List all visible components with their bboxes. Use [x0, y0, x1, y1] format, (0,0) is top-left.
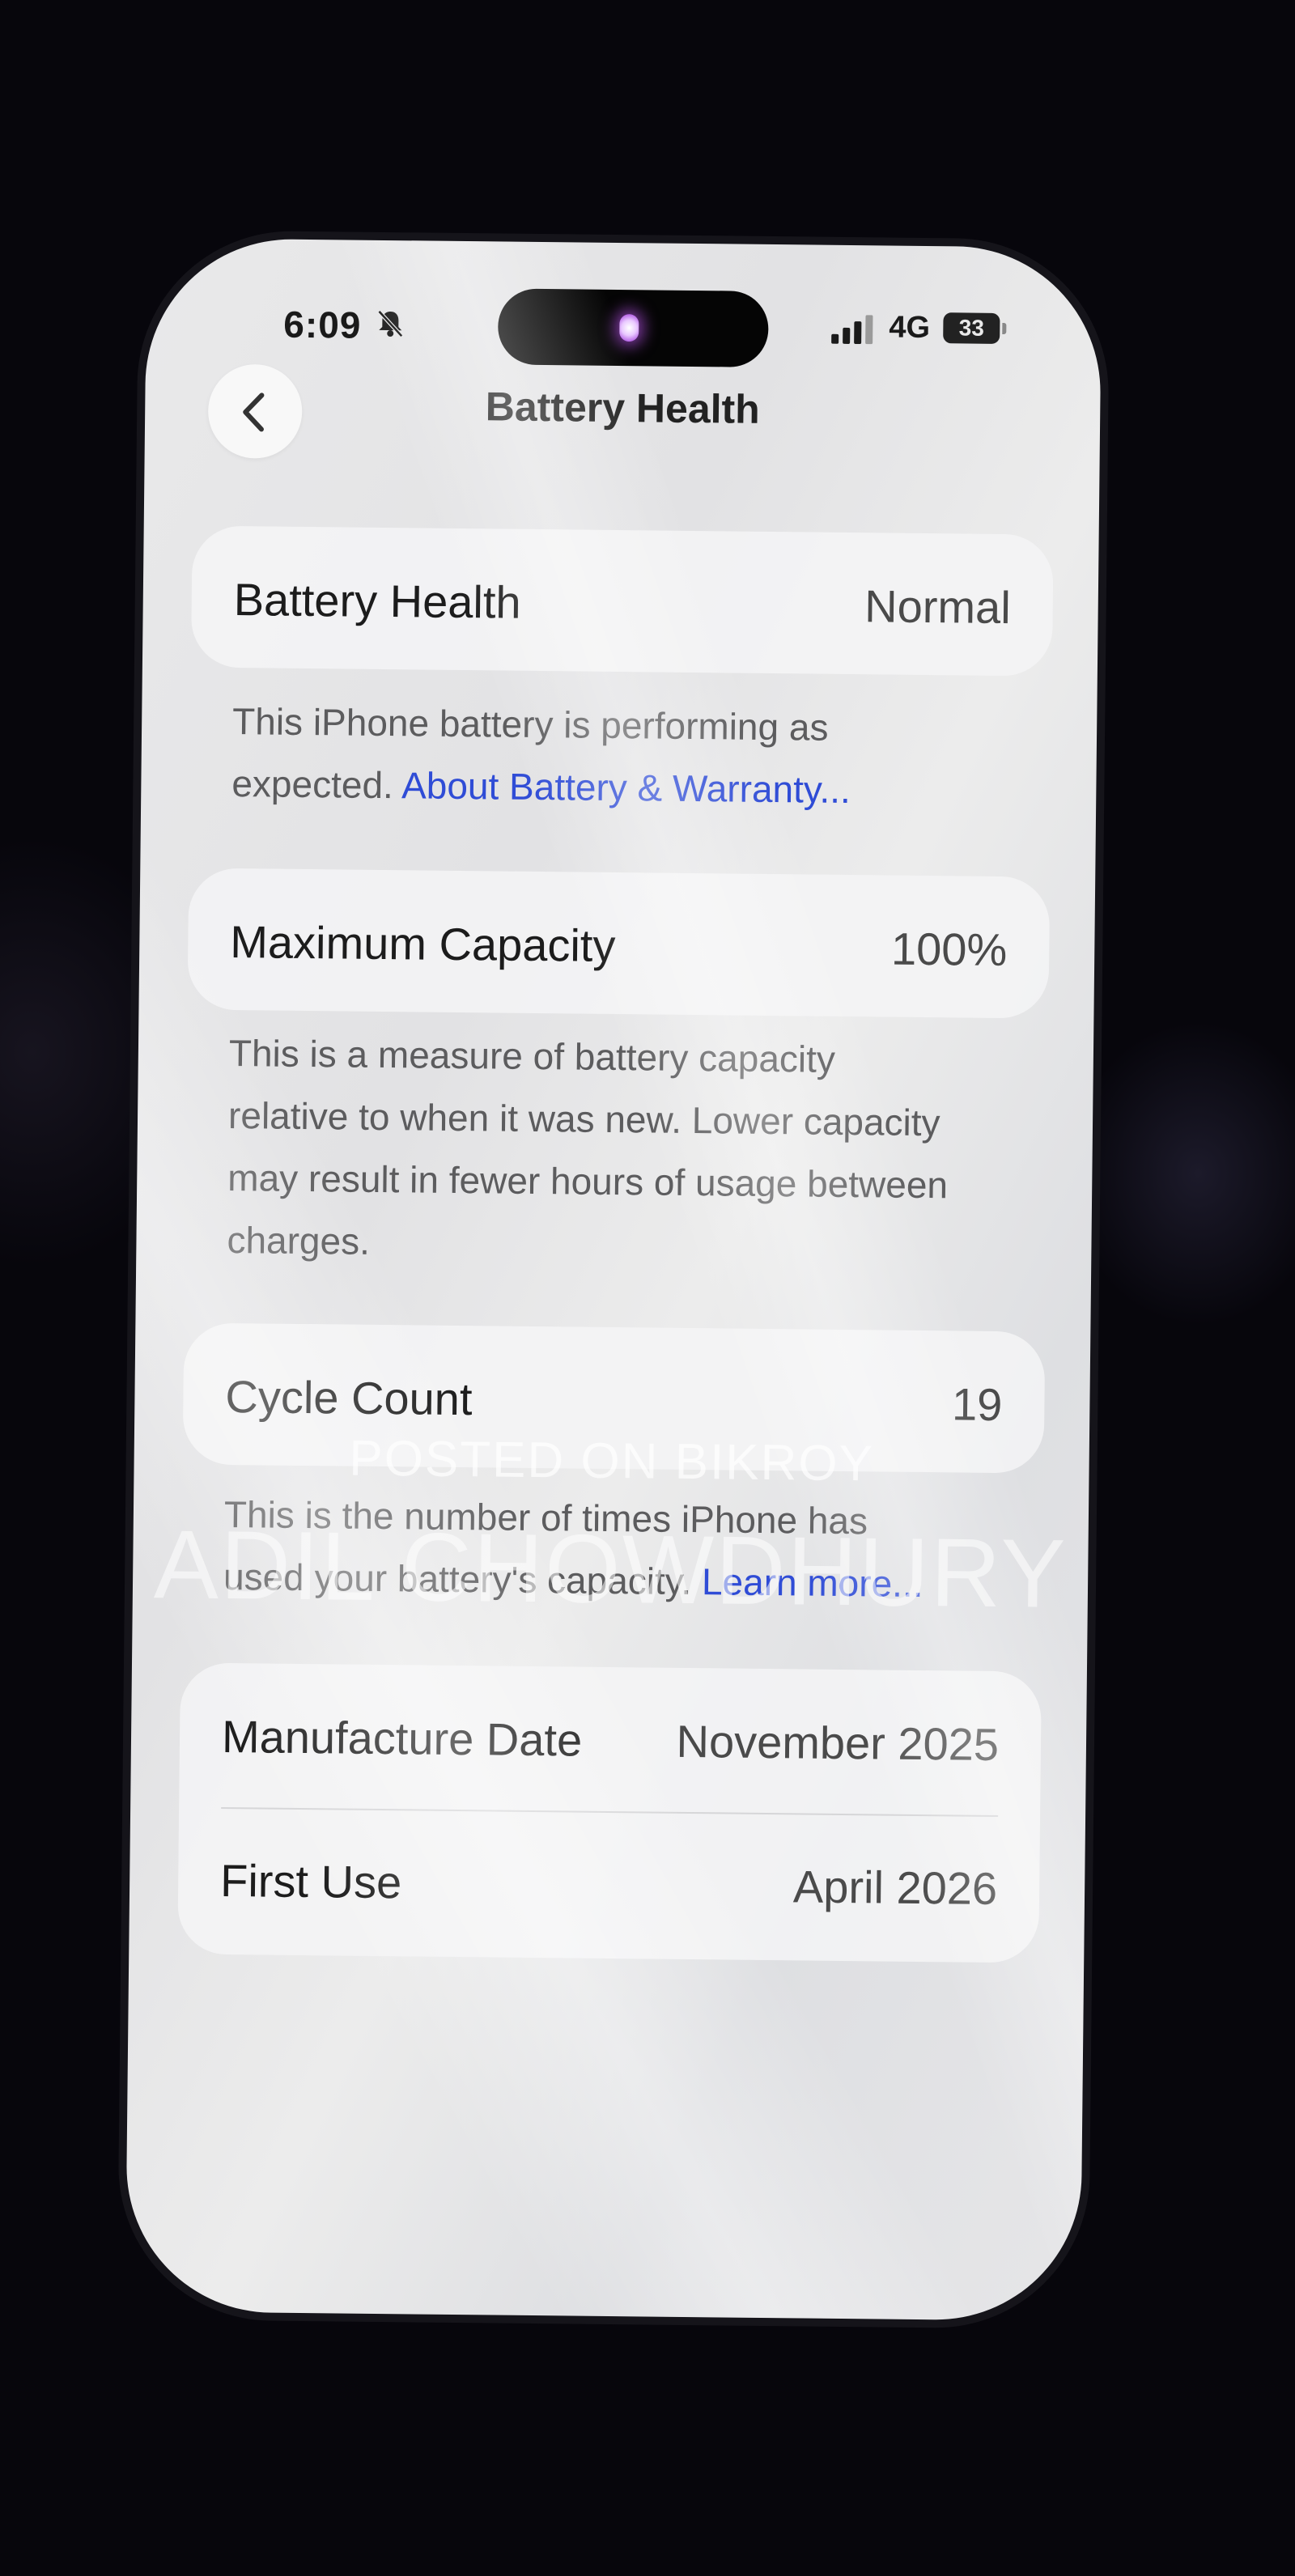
status-bar: 6:09 4G 33 [146, 278, 1102, 377]
cycle-count-row: Cycle Count 19 [225, 1370, 1003, 1430]
max-capacity-row: Maximum Capacity 100% [230, 915, 1008, 975]
max-capacity-card: Maximum Capacity 100% [187, 868, 1051, 1019]
watermark-line-2: ADIL CHOWDHURY [153, 1510, 1068, 1628]
camera-indicator [619, 314, 639, 342]
about-battery-warranty-link[interactable]: About Battery & Warranty... [401, 764, 851, 811]
first-use-label: First Use [219, 1854, 402, 1908]
signal-icon [831, 315, 873, 345]
battery-health-row: Battery Health Normal [233, 573, 1011, 633]
battery-health-card: Battery Health Normal [190, 525, 1054, 677]
battery-cap [1002, 322, 1007, 335]
phone-screen: 6:09 4G 33 Battery Health Battery Health… [125, 237, 1102, 2322]
phone-frame: 6:09 4G 33 Battery Health Battery Health… [117, 229, 1110, 2330]
first-use-row: First Use April 2026 [220, 1854, 998, 1914]
status-time: 6:09 [283, 303, 362, 346]
cycle-count-label: Cycle Count [225, 1370, 473, 1425]
max-capacity-note: This is a measure of battery capacity re… [227, 1032, 949, 1263]
manufacture-date-row: Manufacture Date November 2025 [222, 1710, 1000, 1770]
battery-icon: 33 [943, 312, 1008, 344]
network-type: 4G [889, 310, 931, 346]
page-title: Battery Health [485, 384, 761, 432]
first-use-value: April 2026 [792, 1861, 998, 1915]
manufacture-date-value: November 2025 [676, 1715, 1000, 1771]
dates-card: Manufacture Date November 2025 First Use… [177, 1662, 1042, 1963]
watermark-line-1: POSTED ON BIKROY [348, 1430, 875, 1492]
dynamic-island [497, 288, 769, 367]
battery-health-value: Normal [864, 580, 1012, 634]
divider [221, 1806, 999, 1818]
cycle-count-value: 19 [951, 1378, 1003, 1431]
battery-level: 33 [943, 312, 1000, 344]
manufacture-date-label: Manufacture Date [221, 1710, 583, 1766]
max-capacity-label: Maximum Capacity [230, 916, 616, 972]
bell-slash-icon [377, 310, 404, 337]
max-capacity-value: 100% [890, 923, 1008, 976]
battery-health-note: This iPhone battery is performing as exp… [231, 690, 962, 822]
battery-health-label: Battery Health [233, 574, 521, 628]
